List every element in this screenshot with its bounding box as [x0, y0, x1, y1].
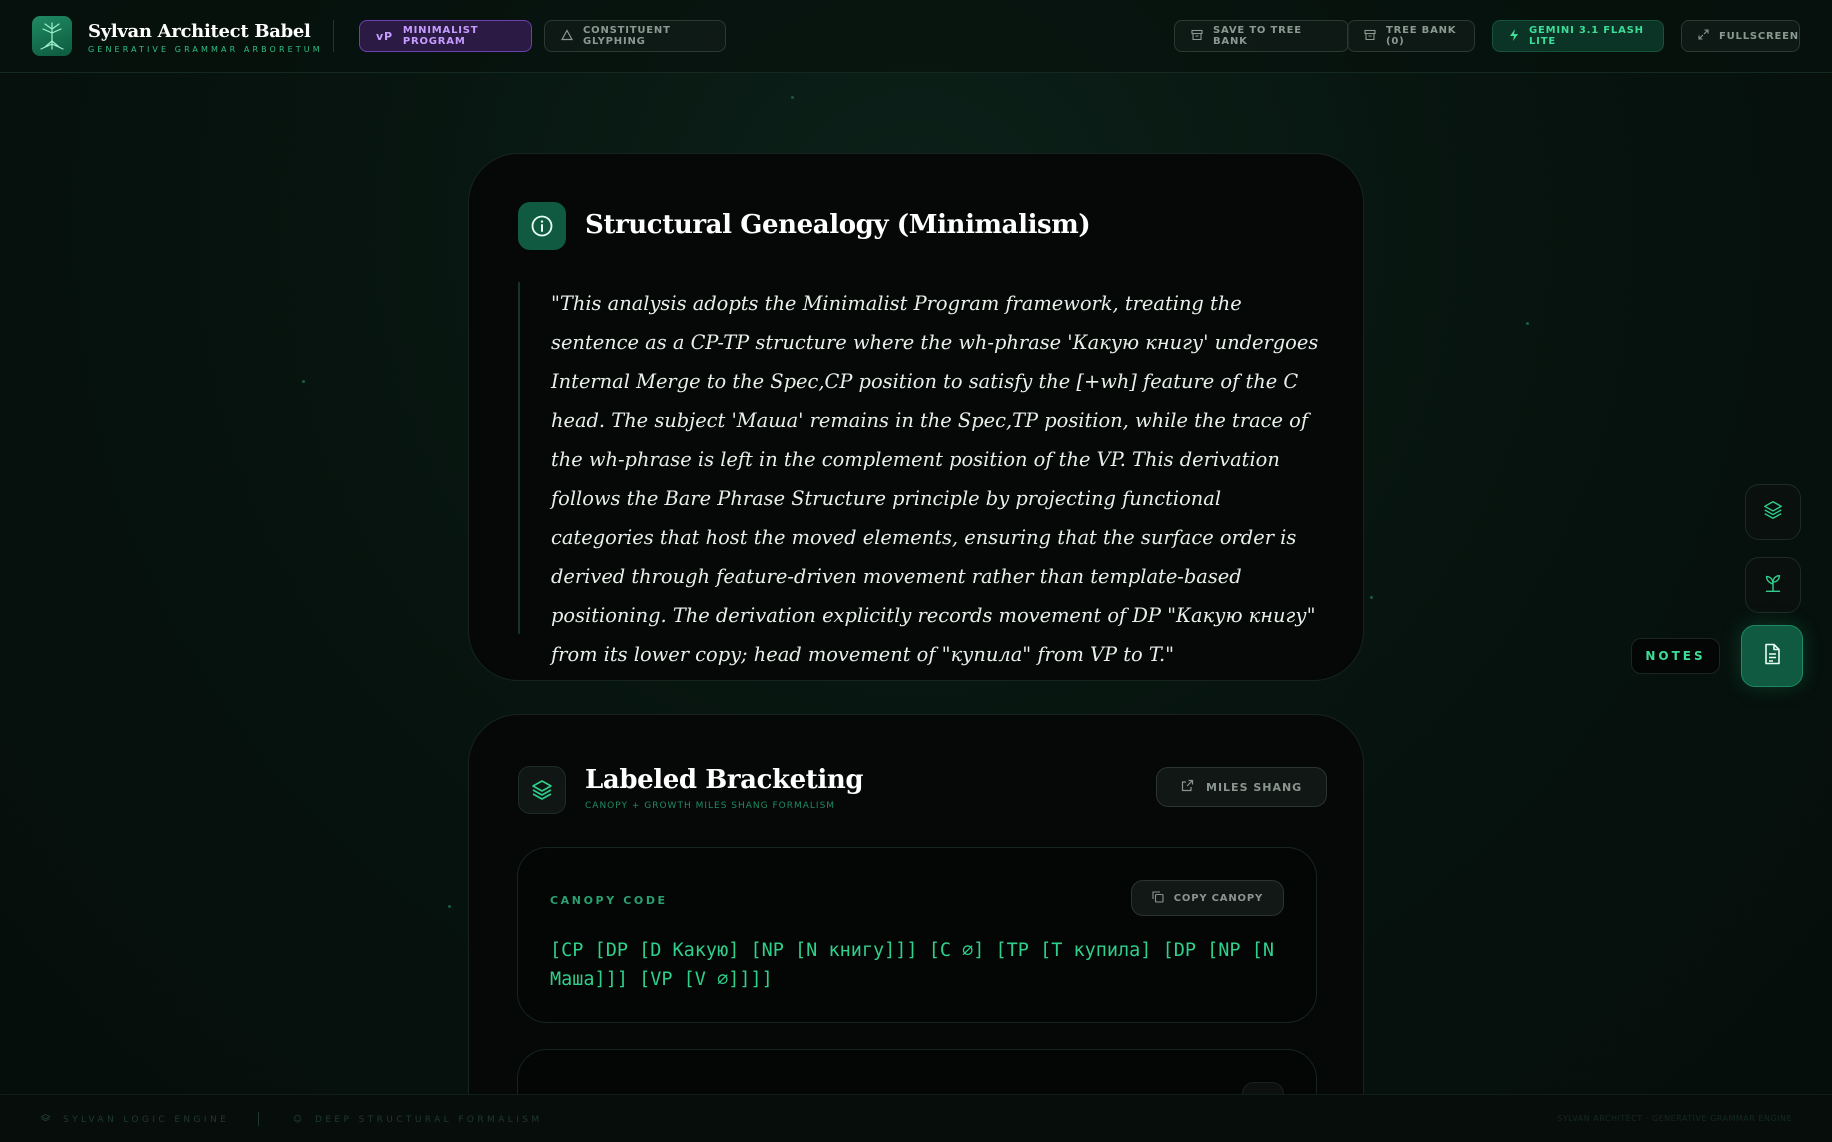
- layers-icon: [1762, 499, 1784, 525]
- labeled-bracketing-card: Labeled Bracketing CANOPY + GROWTH MILES…: [468, 714, 1364, 1142]
- save-label: SAVE TO TREE BANK: [1213, 25, 1302, 47]
- layers-icon: [40, 1113, 51, 1127]
- canopy-code: [CP [DP [D Какую] [NP [N книгу]]] [C ∅] …: [550, 940, 1274, 990]
- notes-tooltip: NOTES: [1631, 638, 1720, 674]
- footer-formalism-label: DEEP STRUCTURAL FORMALISM: [315, 1115, 543, 1125]
- bg-dot: [1526, 322, 1529, 325]
- footer-formalism: DEEP STRUCTURAL FORMALISM: [292, 1113, 543, 1127]
- app-subtitle: GENERATIVE GRAMMAR ARBORETUM: [88, 45, 323, 54]
- bracketing-subtitle: CANOPY + GROWTH MILES SHANG FORMALISM: [585, 801, 836, 811]
- canopy-code-panel: CANOPY CODE COPY CANOPY [CP [DP [D Какую…: [517, 847, 1317, 1023]
- footer-engine: SYLVAN LOGIC ENGINE: [40, 1113, 229, 1127]
- dock-layers-button[interactable]: [1745, 484, 1801, 540]
- external-link-icon: [1181, 779, 1194, 795]
- dock-sprout-button[interactable]: [1745, 557, 1801, 613]
- bracketing-title: Labeled Bracketing: [585, 765, 864, 795]
- archive-icon: [1191, 29, 1203, 44]
- copy-canopy-button[interactable]: COPY CANOPY: [1130, 880, 1284, 916]
- bg-dot: [1370, 596, 1373, 599]
- tree-bank-button[interactable]: TREE BANK (0): [1347, 20, 1475, 52]
- triangle-icon: [560, 28, 574, 44]
- genealogy-title: Structural Genealogy (Minimalism): [585, 210, 1091, 240]
- canopy-code-label: CANOPY CODE: [550, 894, 668, 907]
- tree-logo-icon[interactable]: [32, 16, 72, 56]
- vp-badge: vP: [376, 29, 393, 43]
- top-bar: Sylvan Architect Babel GENERATIVE GRAMMA…: [0, 0, 1832, 73]
- archive-icon: [1364, 29, 1376, 44]
- miles-shang-button[interactable]: MILES SHANG: [1156, 767, 1328, 807]
- layers-icon: [518, 766, 566, 814]
- copy-canopy-label: COPY CANOPY: [1173, 892, 1263, 904]
- footer-engine-label: SYLVAN LOGIC ENGINE: [63, 1115, 230, 1125]
- model-selector-button[interactable]: GEMINI 3.1 FLASH LITE: [1492, 20, 1664, 52]
- info-icon: [518, 202, 566, 250]
- lightning-icon: [1509, 28, 1519, 44]
- fullscreen-label: FULLSCREEN: [1719, 30, 1799, 42]
- genealogy-quote: "This analysis adopts the Minimalist Pro…: [551, 292, 1319, 666]
- app-title: Sylvan Architect Babel: [88, 21, 311, 42]
- document-icon: [1760, 642, 1784, 670]
- constituent-glyphing-button[interactable]: CONSTITUENT GLYPHING: [544, 20, 726, 52]
- header-divider: [333, 20, 334, 52]
- tree-bank-label: TREE BANK (0): [1386, 25, 1457, 47]
- fullscreen-button[interactable]: FULLSCREEN: [1681, 20, 1800, 52]
- quote-bar: [518, 282, 520, 634]
- expand-icon: [1698, 29, 1709, 43]
- dock-notes-button[interactable]: [1741, 625, 1803, 687]
- framework-label: MINIMALIST PROGRAM: [402, 25, 479, 47]
- framework-button[interactable]: vP MINIMALIST PROGRAM: [359, 20, 532, 52]
- save-to-tree-bank-button[interactable]: SAVE TO TREE BANK: [1174, 20, 1349, 52]
- bell-icon: [292, 1113, 303, 1127]
- bg-dot: [448, 905, 451, 908]
- footer-separator: [258, 1112, 259, 1126]
- structural-genealogy-card: Structural Genealogy (Minimalism) "This …: [468, 153, 1364, 681]
- copy-icon: [1152, 890, 1164, 906]
- glyphing-label: CONSTITUENT GLYPHING: [583, 25, 671, 47]
- miles-shang-label: MILES SHANG: [1206, 780, 1303, 794]
- model-label: GEMINI 3.1 FLASH LITE: [1529, 25, 1644, 47]
- bg-dot: [791, 96, 794, 99]
- footer-right-text: SYLVAN ARCHITECT · GENERATIVE GRAMMAR EN…: [1557, 1114, 1792, 1123]
- footer: SYLVAN LOGIC ENGINE DEEP STRUCTURAL FORM…: [0, 1094, 1832, 1142]
- sprout-icon: [1762, 572, 1784, 598]
- bg-dot: [302, 380, 305, 383]
